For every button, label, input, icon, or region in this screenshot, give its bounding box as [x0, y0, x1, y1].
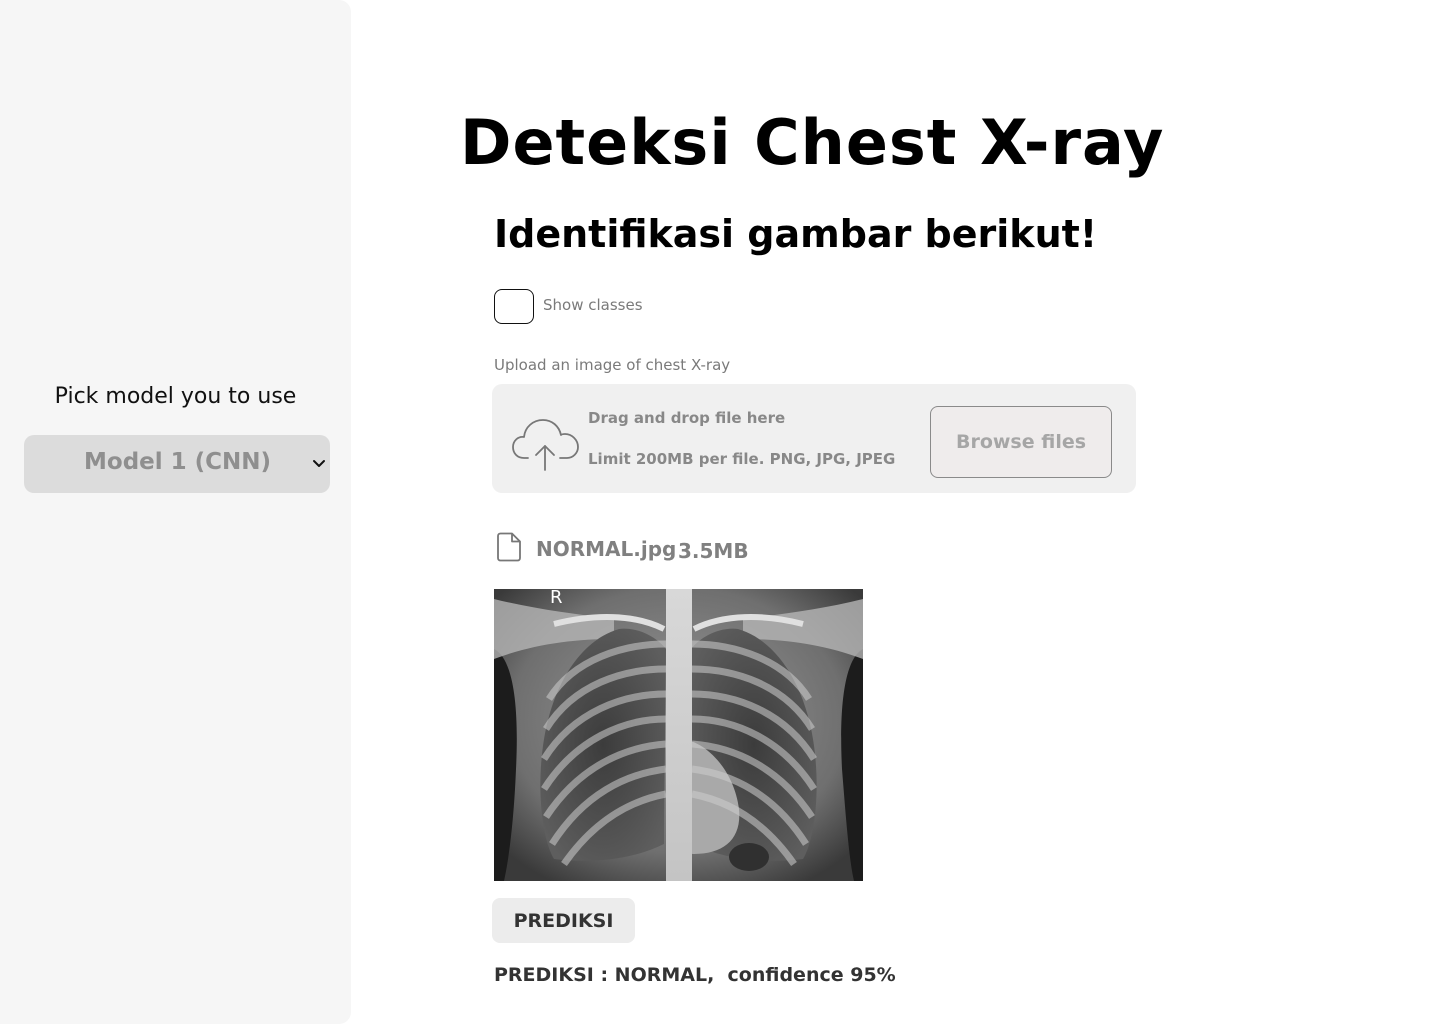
xray-marker: R	[550, 589, 563, 608]
predict-button-label: PREDIKSI	[513, 909, 614, 932]
file-icon	[497, 532, 521, 562]
chevron-down-icon	[313, 460, 325, 467]
page-subtitle: Identifikasi gambar berikut!	[494, 212, 1098, 256]
chest-xray-image: R	[494, 589, 863, 881]
file-dropzone[interactable]: Drag and drop file here Limit 200MB per …	[492, 384, 1136, 493]
upload-label: Upload an image of chest X-ray	[494, 356, 731, 374]
browse-files-button[interactable]: Browse files	[930, 406, 1112, 478]
model-select[interactable]: Model 1 (CNN)	[24, 435, 330, 493]
page-title: Deteksi Chest X-ray	[460, 106, 1165, 179]
prediction-result: PREDIKSI : NORMAL, confidence 95%	[494, 964, 896, 986]
uploaded-file-name: NORMAL.jpg	[536, 537, 677, 561]
dropzone-title: Drag and drop file here	[588, 409, 786, 427]
dropzone-limit: Limit 200MB per file. PNG, JPG, JPEG	[588, 450, 896, 468]
sidebar: Pick model you to use Model 1 (CNN)	[0, 0, 351, 1024]
predict-button[interactable]: PREDIKSI	[492, 898, 635, 943]
model-select-value: Model 1 (CNN)	[84, 449, 272, 475]
chest-xray-illustration: R	[494, 589, 863, 881]
show-classes-label[interactable]: Show classes	[543, 296, 643, 314]
show-classes-checkbox[interactable]	[494, 289, 534, 324]
browse-files-label: Browse files	[955, 431, 1087, 453]
cloud-upload-icon	[512, 419, 579, 471]
uploaded-file-size: 3.5MB	[678, 539, 749, 563]
model-picker-label: Pick model you to use	[54, 384, 297, 409]
